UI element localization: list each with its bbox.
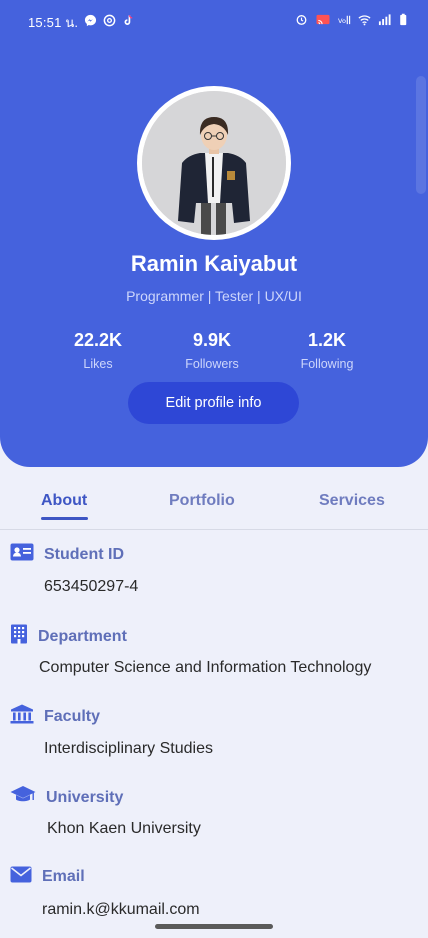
active-tab-indicator — [41, 517, 88, 520]
tab-about[interactable]: About — [41, 492, 87, 510]
stat-label: Following — [300, 357, 354, 371]
stat-label: Likes — [83, 357, 113, 371]
info-student-id-value: 653450297-4 — [44, 578, 139, 595]
profile-header: 15:51 น. Vo Ramin Kaiyabut Programmer | … — [0, 0, 428, 467]
stat-likes[interactable]: 22.2K Likes — [43, 330, 153, 371]
profile-screen: 15:51 น. Vo Ramin Kaiyabut Programmer | … — [0, 0, 428, 938]
info-faculty-value: Interdisciplinary Studies — [44, 740, 213, 757]
tab-bar: About Portfolio Services — [0, 478, 428, 530]
tab-portfolio[interactable]: Portfolio — [169, 492, 235, 510]
stat-value: 22.2K — [73, 330, 123, 350]
status-time: 15:51 น. — [28, 14, 79, 30]
edit-profile-button[interactable]: Edit profile info — [128, 382, 299, 424]
alarm-icon — [295, 13, 308, 31]
info-label: Department — [38, 627, 127, 645]
volte-icon: Vo — [338, 13, 351, 31]
svg-text:Vo: Vo — [338, 17, 346, 25]
status-bar: 15:51 น. Vo — [0, 0, 428, 44]
profile-role: Programmer | Tester | UX/UI — [126, 288, 302, 304]
stat-following[interactable]: 1.2K Following — [272, 330, 382, 371]
info-label: Faculty — [44, 707, 101, 725]
info-department-label-row: Department — [10, 624, 127, 649]
envelope-icon — [10, 866, 32, 888]
tiktok-icon — [122, 14, 135, 30]
home-indicator[interactable] — [155, 924, 273, 929]
stat-followers[interactable]: 9.9K Followers — [157, 330, 267, 371]
stat-value: 1.2K — [307, 330, 347, 350]
scrollbar-thumb[interactable] — [416, 76, 426, 194]
profile-name: Ramin Kaiyabut — [130, 251, 298, 276]
info-university-label-row: University — [10, 785, 123, 810]
info-student-id-label-row: Student ID — [10, 543, 124, 566]
cast-icon — [315, 13, 331, 31]
info-email-value[interactable]: ramin.k@kkumail.com — [42, 901, 200, 919]
info-faculty-label-row: Faculty — [10, 704, 100, 729]
info-department-value: Computer Science and Information Technol… — [39, 659, 372, 676]
id-card-icon — [10, 543, 34, 566]
info-label: Student ID — [44, 545, 124, 563]
institution-icon — [10, 704, 34, 729]
threads-icon — [103, 14, 116, 30]
avatar[interactable] — [142, 91, 286, 235]
signal-icon — [378, 13, 391, 31]
info-email-label-row: Email — [10, 866, 85, 888]
stat-value: 9.9K — [192, 330, 232, 350]
info-label: University — [46, 788, 124, 806]
tab-services[interactable]: Services — [319, 492, 385, 510]
battery-icon — [398, 13, 408, 31]
messenger-icon — [84, 14, 97, 30]
building-icon — [10, 624, 28, 649]
graduation-cap-icon — [10, 785, 36, 810]
info-label: Email — [42, 868, 85, 885]
info-university-value: Khon Kaen University — [47, 820, 201, 837]
wifi-icon — [358, 13, 371, 31]
stat-label: Followers — [185, 357, 239, 371]
